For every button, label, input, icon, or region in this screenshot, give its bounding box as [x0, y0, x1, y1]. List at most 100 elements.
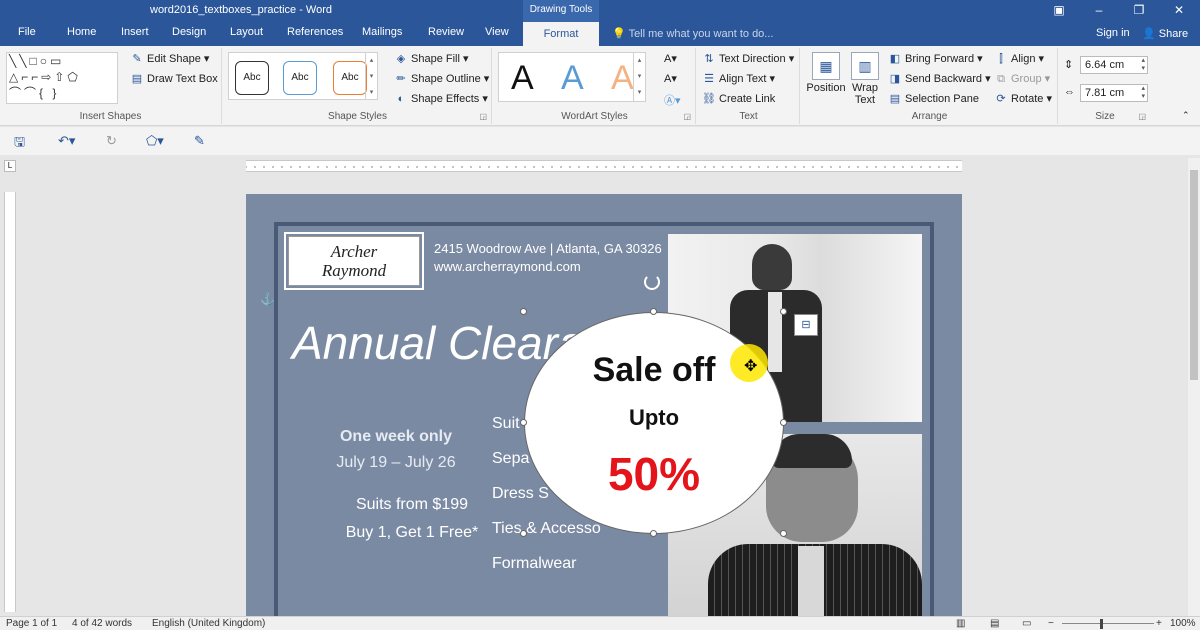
tab-home[interactable]: Home [67, 26, 96, 38]
shape-style-3[interactable]: Abc [333, 61, 367, 95]
tab-view[interactable]: View [485, 26, 509, 38]
resize-handle[interactable] [780, 530, 787, 537]
resize-handle[interactable] [780, 308, 787, 315]
edit-qat-icon[interactable]: ✎ [194, 133, 205, 149]
read-mode-icon[interactable]: ▥ [956, 618, 965, 629]
shape-fill-button[interactable]: ◈ Shape Fill ▾ [394, 52, 469, 65]
wordart-style-blue[interactable]: A [561, 59, 584, 97]
tab-references[interactable]: References [287, 26, 343, 38]
zoom-level[interactable]: 100% [1170, 618, 1196, 629]
shape-effects-button[interactable]: ◐ Shape Effects ▾ [394, 92, 488, 105]
web-layout-icon[interactable]: ▭ [1022, 618, 1031, 629]
tab-design[interactable]: Design [172, 26, 206, 38]
shapes-gallery[interactable]: ╲╲□○▭ △⌐⌐⇨⇧⬠ ⌒⌒{ } [6, 52, 118, 104]
zoom-in-icon[interactable]: + [1156, 618, 1162, 629]
bring-forward-button[interactable]: ◧ Bring Forward ▾ [888, 52, 983, 65]
rotate-handle-icon[interactable] [644, 274, 660, 290]
spinner-icon[interactable]: ▴ ▾ [1141, 85, 1145, 101]
vertical-ruler[interactable] [4, 192, 16, 612]
tab-selector-icon[interactable]: L [4, 160, 16, 172]
text-fill-icon[interactable]: A▾ [664, 52, 677, 65]
one-week-text[interactable]: One week only [306, 428, 486, 446]
shape-style-2[interactable]: Abc [283, 61, 317, 95]
tab-file[interactable]: File [18, 26, 36, 38]
buy-offer-text[interactable]: Buy 1, Get 1 Free* [306, 524, 518, 542]
redo-icon[interactable]: ↻ [106, 133, 117, 149]
wordart-scroll[interactable]: ▴ ▾ ▾ [633, 53, 645, 101]
vertical-scrollbar[interactable] [1188, 158, 1200, 616]
shapes-qat-icon[interactable]: ⬠▾ [146, 133, 164, 149]
zoom-slider-thumb[interactable] [1100, 619, 1103, 629]
resize-handle[interactable] [780, 419, 787, 426]
tab-layout[interactable]: Layout [230, 26, 263, 38]
dialog-launcher-icon[interactable]: ◲ [683, 112, 691, 121]
language-indicator[interactable]: English (United Kingdom) [152, 618, 265, 629]
text-effects-icon[interactable]: Ⓐ▾ [664, 92, 681, 108]
share-button[interactable]: 👤 Share [1142, 27, 1188, 40]
dialog-launcher-icon[interactable]: ◲ [479, 112, 487, 121]
print-layout-icon[interactable]: ▤ [990, 618, 999, 629]
tab-insert[interactable]: Insert [121, 26, 149, 38]
logo-box[interactable]: Archer Raymond [284, 232, 424, 290]
upto-text[interactable]: Upto [525, 405, 783, 431]
save-icon[interactable]: 🖫 [14, 133, 25, 155]
tab-review[interactable]: Review [428, 26, 464, 38]
move-cursor-icon: ✥ [744, 358, 758, 375]
address-block[interactable]: 2415 Woodrow Ave | Atlanta, GA 30326 www… [434, 240, 662, 276]
shape-height-input[interactable]: 6.64 cm ▴ ▾ [1080, 56, 1148, 74]
collapse-ribbon-icon[interactable]: ⌃ [1182, 110, 1190, 121]
send-backward-button[interactable]: ◨ Send Backward ▾ [888, 72, 991, 85]
resize-handle[interactable] [520, 530, 527, 537]
resize-handle[interactable] [520, 419, 527, 426]
create-link-button[interactable]: ⛓ Create Link [702, 92, 775, 105]
close-icon[interactable]: ✕ [1164, 2, 1194, 20]
word-count[interactable]: 4 of 42 words [72, 618, 132, 629]
text-outline-icon[interactable]: A▾ [664, 72, 677, 85]
percent-text[interactable]: 50% [525, 447, 783, 501]
rotate-button[interactable]: ⟳ Rotate ▾ [994, 92, 1052, 105]
shape-styles-scroll[interactable]: ▴ ▾ ▾ [365, 53, 377, 99]
align-button[interactable]: ⫿ Align ▾ [994, 52, 1044, 66]
group-button[interactable]: ⧉ Group ▾ [994, 72, 1050, 86]
text-direction-label: Text Direction [719, 53, 786, 65]
layout-options-icon[interactable]: ⊟ [794, 314, 818, 336]
spinner-icon[interactable]: ▴ ▾ [1141, 57, 1145, 73]
shape-outline-label: Shape Outline [411, 73, 481, 85]
zoom-slider[interactable] [1062, 623, 1154, 624]
shape-outline-button[interactable]: ✏ Shape Outline ▾ [394, 72, 489, 85]
shape-style-1[interactable]: Abc [235, 61, 269, 95]
wrap-text-button[interactable]: ▥ Wrap Text [848, 52, 882, 106]
wordart-style-black[interactable]: A [511, 59, 534, 97]
zoom-out-icon[interactable]: − [1048, 618, 1054, 629]
group-arrange: ▦ Position ▥ Wrap Text ◧ Bring Forward ▾ ◨ S… [802, 48, 1058, 124]
document-page[interactable]: Archer Raymond 2415 Woodrow Ave | Atlant… [246, 194, 962, 616]
suits-from-text[interactable]: Suits from $199 [306, 496, 518, 514]
tab-mailings[interactable]: Mailings [362, 26, 402, 38]
shape-width-input[interactable]: 7.81 cm ▴ ▾ [1080, 84, 1148, 102]
ribbon: ╲╲□○▭ △⌐⌐⇨⇧⬠ ⌒⌒{ } ✎ Edit Shape ▾ ▤ Draw Tex… [0, 46, 1200, 126]
selection-pane-button[interactable]: ▤ Selection Pane [888, 92, 979, 105]
edit-shape-button[interactable]: ✎ Edit Shape ▾ [130, 52, 209, 65]
wordart-style-orange[interactable]: A [611, 59, 634, 97]
text-direction-button[interactable]: ⇅ Text Direction ▾ [702, 52, 794, 65]
align-text-button[interactable]: ☰ Align Text ▾ [702, 72, 775, 85]
resize-handle[interactable] [520, 308, 527, 315]
ribbon-tab-row: File Home Insert Design Layout Reference… [0, 22, 1200, 46]
dates-text[interactable]: July 19 – July 26 [306, 454, 486, 472]
edit-shape-label: Edit Shape [147, 53, 201, 65]
dialog-launcher-icon[interactable]: ◲ [1138, 112, 1146, 121]
tell-me-search[interactable]: 💡 Tell me what you want to do... [612, 27, 773, 40]
minimize-icon[interactable]: – [1084, 2, 1114, 20]
sign-in-link[interactable]: Sign in [1096, 27, 1130, 39]
resize-handle[interactable] [650, 530, 657, 537]
undo-icon[interactable]: ↶▾ [58, 133, 75, 149]
position-button[interactable]: ▦ Position [804, 52, 848, 94]
resize-handle[interactable] [650, 308, 657, 315]
draw-text-box-button[interactable]: ▤ Draw Text Box [130, 72, 218, 85]
ribbon-display-options-icon[interactable]: ▣ [1044, 2, 1074, 20]
page-count[interactable]: Page 1 of 1 [6, 618, 57, 629]
restore-icon[interactable]: ❐ [1124, 2, 1154, 20]
tab-format[interactable]: Format [523, 22, 599, 46]
horizontal-ruler[interactable] [246, 160, 962, 172]
scrollbar-thumb[interactable] [1190, 170, 1198, 380]
